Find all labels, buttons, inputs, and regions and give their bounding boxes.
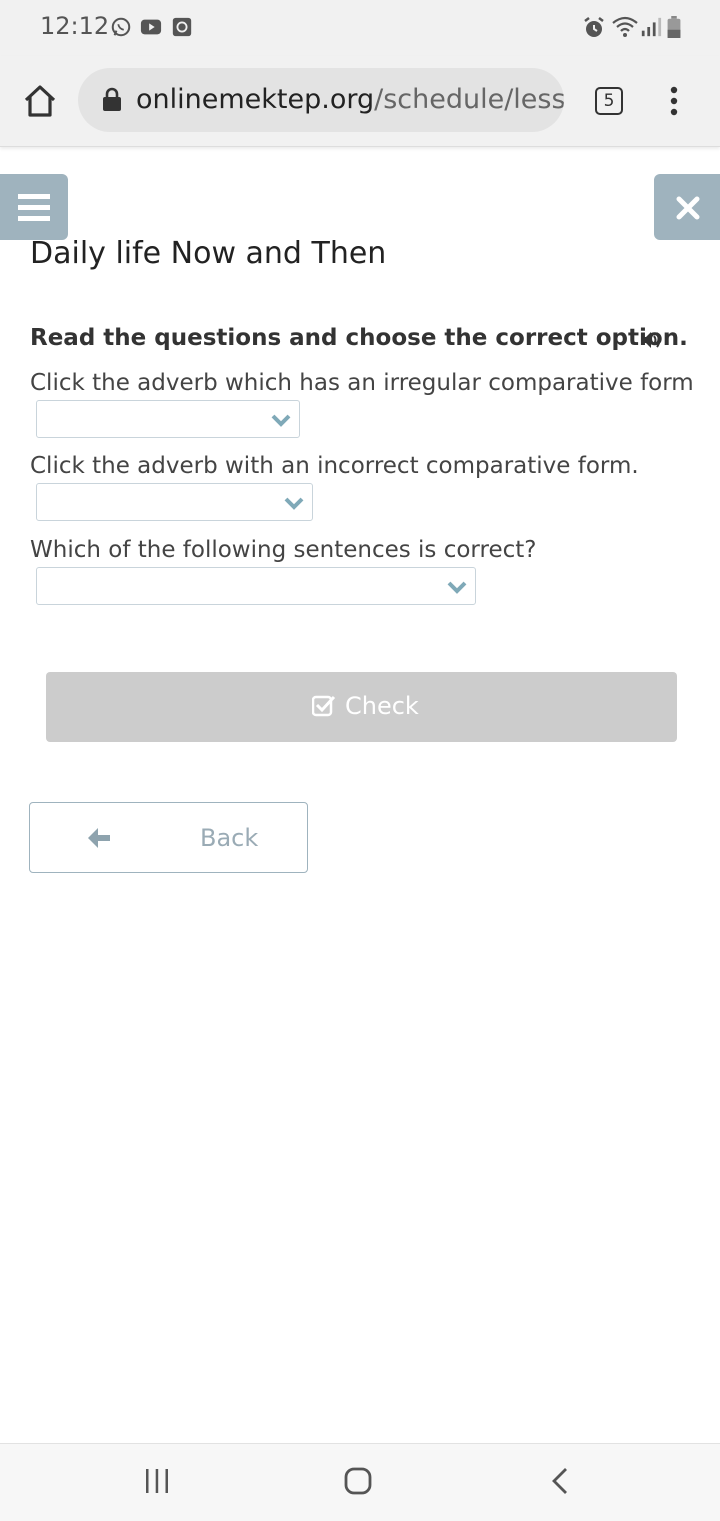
url-domain: onlinemektep.org	[136, 84, 375, 115]
lock-icon	[103, 87, 121, 111]
sync-icon	[172, 17, 192, 37]
question-2-text: Click the adverb with an incorrect compa…	[30, 453, 639, 479]
check-button[interactable]: Check	[46, 672, 677, 742]
system-nav-bar	[0, 1443, 720, 1521]
battery-icon	[667, 16, 681, 38]
check-label: Check	[345, 692, 419, 720]
question-3-dropdown[interactable]	[36, 567, 476, 605]
chevron-down-icon	[447, 581, 467, 594]
alarm-icon	[584, 17, 604, 37]
signal-icon	[641, 17, 662, 37]
menu-button[interactable]	[0, 174, 68, 240]
close-button[interactable]	[654, 174, 720, 240]
lesson-title: Daily life Now and Then	[30, 236, 387, 271]
tab-switcher-button[interactable]: 5	[595, 87, 623, 115]
youtube-icon	[140, 19, 162, 35]
question-1-dropdown[interactable]	[36, 400, 300, 438]
wifi-icon	[612, 16, 638, 37]
question-1-text: Click the adverb which has an irregular …	[30, 370, 694, 396]
address-bar[interactable]: onlinemektep.org/schedule/less	[78, 68, 564, 132]
back-nav-icon[interactable]	[550, 1467, 570, 1495]
status-bar: 12:12	[0, 0, 720, 56]
recent-apps-icon[interactable]	[145, 1468, 169, 1494]
chevron-down-icon	[271, 414, 291, 427]
status-time: 12:12	[40, 12, 110, 40]
more-options-icon[interactable]	[668, 86, 680, 116]
chevron-down-icon	[284, 497, 304, 510]
hamburger-icon	[18, 194, 50, 221]
home-nav-icon[interactable]	[344, 1467, 372, 1495]
home-icon[interactable]	[22, 83, 58, 119]
back-button[interactable]: Back	[29, 802, 308, 873]
arrow-left-icon	[88, 828, 110, 848]
back-label: Back	[200, 824, 259, 852]
speaker-icon[interactable]	[640, 328, 664, 352]
url-path: /schedule/less	[374, 84, 564, 115]
whatsapp-icon	[111, 17, 131, 37]
question-3-text: Which of the following sentences is corr…	[30, 537, 537, 563]
question-2-dropdown[interactable]	[36, 483, 313, 521]
checkbox-checked-icon	[312, 695, 336, 717]
url-text: onlinemektep.org/schedule/less	[136, 84, 564, 115]
instructions: Read the questions and choose the correc…	[30, 325, 688, 351]
close-icon	[676, 196, 700, 220]
